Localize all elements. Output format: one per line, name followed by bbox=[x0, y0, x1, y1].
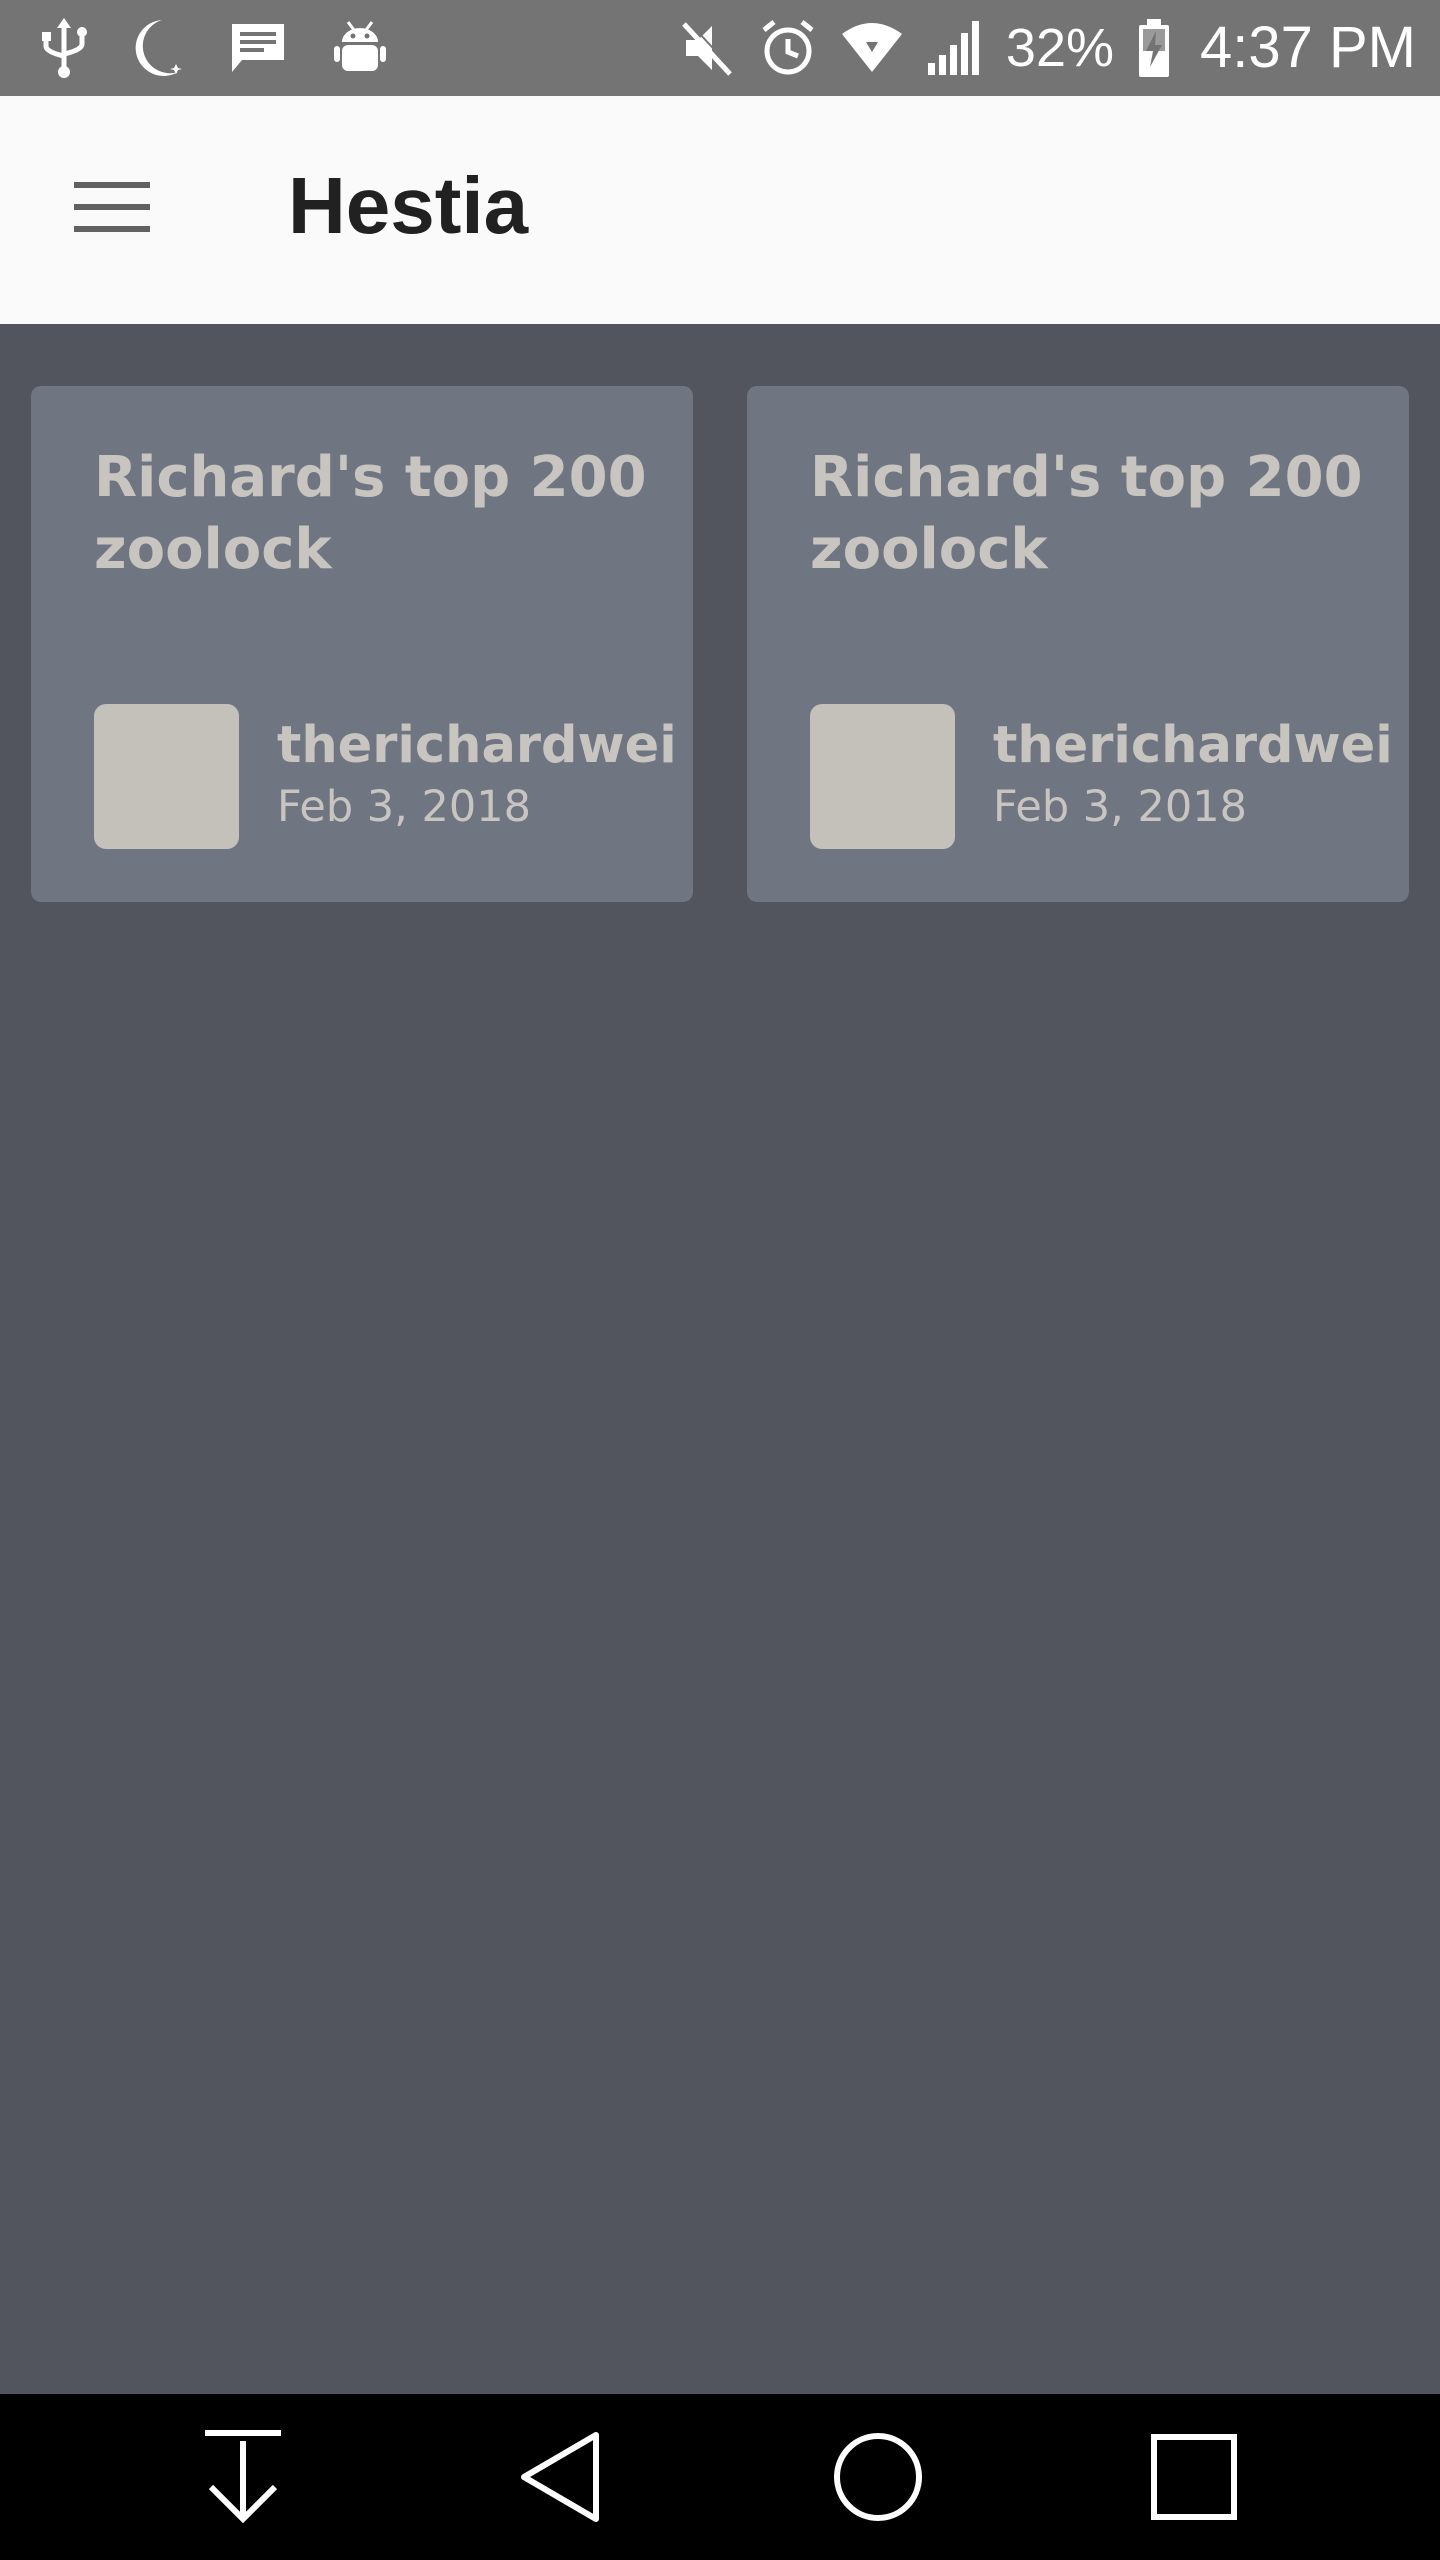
card-title: Richard's top 200 zoolock bbox=[810, 445, 1363, 582]
battery-percent: 32% bbox=[1005, 18, 1114, 78]
app-title: Hestia bbox=[288, 161, 529, 250]
usb-icon bbox=[42, 18, 87, 78]
hamburger-menu-icon[interactable] bbox=[62, 168, 162, 248]
author-avatar bbox=[94, 704, 239, 849]
main-content: Richard's top 200 zoolock therichardwei … bbox=[0, 324, 1440, 2394]
signal-icon bbox=[927, 21, 979, 75]
message-icon bbox=[232, 24, 284, 72]
navigation-bar bbox=[0, 2394, 1440, 2560]
back-icon[interactable] bbox=[512, 2427, 612, 2527]
card-date: Feb 3, 2018 bbox=[993, 782, 1247, 832]
recent-apps-icon[interactable] bbox=[1144, 2427, 1244, 2527]
card-author: therichardwei bbox=[993, 716, 1393, 775]
status-system-icons: 32% 4:37 PM bbox=[680, 0, 1416, 96]
card-date: Feb 3, 2018 bbox=[277, 782, 531, 832]
card-author: therichardwei bbox=[277, 716, 677, 775]
author-avatar bbox=[810, 704, 955, 849]
wifi-icon bbox=[841, 23, 902, 72]
list-card[interactable]: Richard's top 200 zoolock therichardwei … bbox=[747, 386, 1409, 902]
home-icon[interactable] bbox=[828, 2427, 928, 2527]
notification-pull-down-icon[interactable] bbox=[193, 2427, 293, 2527]
battery-charging-icon bbox=[1139, 19, 1169, 77]
app-bar: Hestia bbox=[0, 96, 1440, 324]
list-card[interactable]: Richard's top 200 zoolock therichardwei … bbox=[31, 386, 693, 902]
moon-icon bbox=[135, 20, 182, 76]
status-clock: 4:37 PM bbox=[1200, 15, 1416, 80]
android-debug-icon bbox=[334, 21, 386, 71]
alarm-icon bbox=[762, 20, 814, 75]
status-notification-icons bbox=[40, 0, 388, 96]
mute-icon bbox=[682, 20, 735, 76]
status-bar: 32% 4:37 PM bbox=[0, 0, 1440, 96]
card-title: Richard's top 200 zoolock bbox=[94, 445, 647, 582]
